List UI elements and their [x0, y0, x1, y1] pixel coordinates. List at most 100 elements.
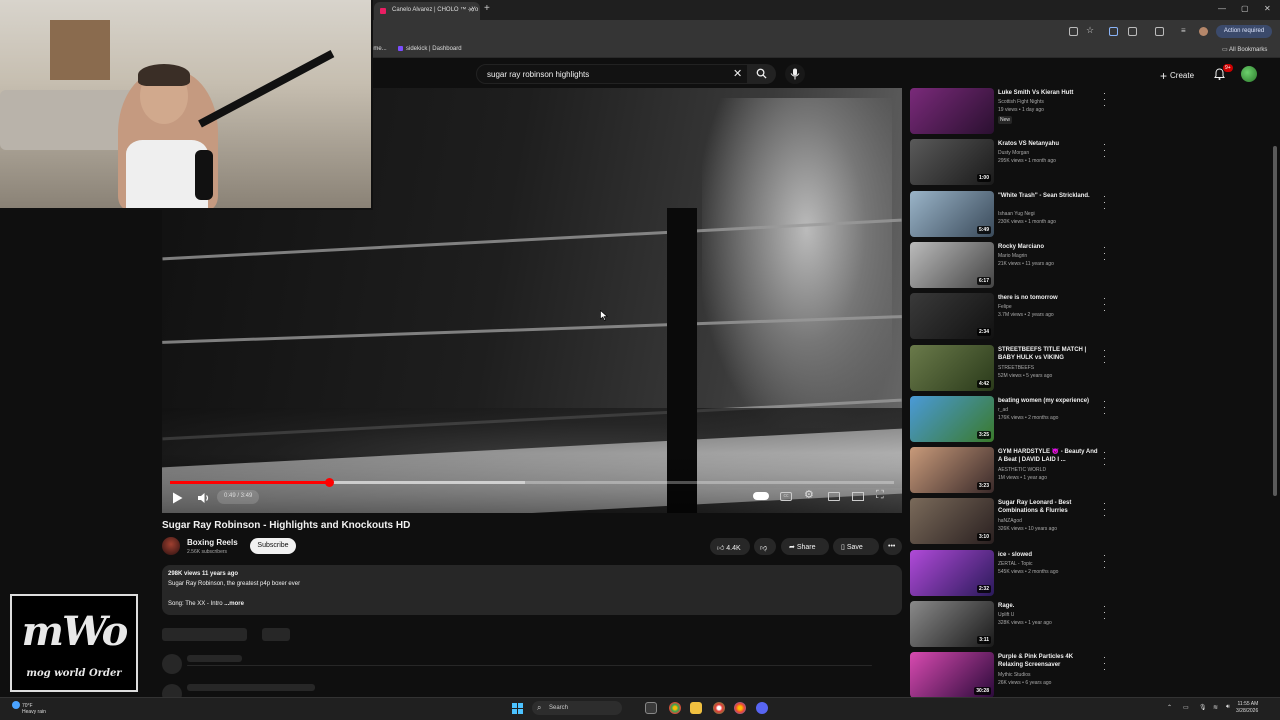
recommendation-item[interactable]: 2:32 ice - slowed ZERTAL - Topic 545K views…: [910, 550, 1110, 596]
recommendation-item[interactable]: 30:28 Purple & Pink Particles 4K Relaxing…: [910, 652, 1110, 698]
subscribe-button[interactable]: Subscribe: [250, 538, 296, 554]
recommendation-title[interactable]: STREETBEEFS TITLE MATCH | BABY HULK vs V…: [998, 346, 1098, 362]
like-button[interactable]: 👍︎ 4.4K: [710, 538, 750, 555]
recommendation-channel[interactable]: Felipe: [998, 304, 1012, 310]
taskbar-search[interactable]: ⌕ Search: [532, 701, 622, 715]
recommendation-title[interactable]: Rocky Marciano: [998, 243, 1098, 251]
recommendation-channel[interactable]: r_ad: [998, 407, 1008, 413]
miniplayer-icon[interactable]: [828, 492, 840, 501]
more-vert-icon[interactable]: · · ·: [1103, 294, 1106, 315]
maximize-icon[interactable]: ▢: [1241, 4, 1249, 13]
recommendation-item[interactable]: 3:10 Sugar Ray Leonard - Best Combination…: [910, 498, 1110, 544]
more-vert-icon[interactable]: · · ·: [1103, 551, 1106, 572]
recommendation-title[interactable]: Purple & Pink Particles 4K Relaxing Scre…: [998, 653, 1098, 669]
volume-icon[interactable]: [197, 491, 210, 509]
more-vert-icon[interactable]: · · ·: [1103, 89, 1106, 110]
recommendation-thumbnail[interactable]: 3:10: [910, 498, 994, 544]
save-button[interactable]: ▯ Save: [833, 538, 879, 555]
more-vert-icon[interactable]: · · ·: [1103, 602, 1106, 623]
settings-gear-icon[interactable]: ⚙: [804, 488, 814, 501]
recommendation-title[interactable]: beating women (my experience): [998, 397, 1098, 405]
recommendation-title[interactable]: there is no tomorrow: [998, 294, 1098, 302]
more-vert-icon[interactable]: · · ·: [1103, 653, 1106, 674]
captions-icon[interactable]: cc: [780, 492, 792, 501]
recommendation-title[interactable]: Luke Smith Vs Kieran Hutt: [998, 89, 1098, 97]
discord-icon[interactable]: [756, 702, 768, 714]
share-button[interactable]: ➦ Share: [781, 538, 829, 555]
taskbar-clock[interactable]: 11:55 AM 3/28/2026: [1236, 701, 1258, 715]
description-box[interactable]: [162, 565, 902, 615]
recommendation-channel[interactable]: ZERTAL - Topic: [998, 561, 1033, 567]
recommendation-item[interactable]: 5:49 "White Trash" - Sean Strickland. Isha…: [910, 191, 1110, 237]
recommendation-thumbnail[interactable]: [910, 88, 994, 134]
fullscreen-icon[interactable]: ⛶: [876, 489, 884, 502]
recommendation-title[interactable]: GYM HARDSTYLE 😈 - Beauty And A Beat | DA…: [998, 448, 1098, 464]
page-scrollbar[interactable]: [1273, 146, 1277, 496]
recommendation-thumbnail[interactable]: 2:32: [910, 550, 994, 596]
recommendation-item[interactable]: 1:00 Kratos VS Netanyahu Dusty Morgan 295K …: [910, 139, 1110, 185]
side-panel-icon[interactable]: [1155, 27, 1164, 36]
start-windows-icon[interactable]: [512, 703, 523, 714]
file-explorer-icon[interactable]: [690, 702, 702, 714]
play-icon[interactable]: [172, 491, 183, 509]
recommendation-item[interactable]: 6:17 Rocky Marciano Mario Magrin 21K views …: [910, 242, 1110, 288]
recommendation-title[interactable]: Sugar Ray Leonard - Best Combinations & …: [998, 499, 1098, 515]
more-vert-icon[interactable]: · · ·: [1103, 397, 1106, 418]
task-view-icon[interactable]: [645, 702, 657, 714]
recommendation-channel[interactable]: Mythic Studios: [998, 672, 1031, 678]
recommendation-item[interactable]: 3:23 GYM HARDSTYLE 😈 - Beauty And A Beat …: [910, 447, 1110, 493]
recommendation-thumbnail[interactable]: 5:49: [910, 191, 994, 237]
bookmark-sidekick[interactable]: sidekick | Dashboard: [398, 46, 462, 52]
search-button[interactable]: [748, 64, 776, 84]
recommendation-channel[interactable]: Uplift U: [998, 612, 1014, 618]
minimize-icon[interactable]: —: [1218, 4, 1226, 13]
close-window-icon[interactable]: ✕: [1264, 4, 1271, 13]
recommendation-channel[interactable]: STREETBEEFS: [998, 365, 1034, 371]
progress-bar[interactable]: [170, 478, 894, 487]
more-vert-icon[interactable]: · · ·: [1103, 140, 1106, 161]
recommendation-item[interactable]: Luke Smith Vs Kieran Hutt Scottish Fight …: [910, 88, 1110, 134]
more-vert-icon[interactable]: · · ·: [1103, 448, 1106, 469]
weather-widget[interactable]: 70°F Heavy rain: [12, 701, 46, 715]
recommendation-thumbnail[interactable]: 1:00: [910, 139, 994, 185]
profile-avatar[interactable]: [1199, 27, 1208, 36]
recommendation-channel[interactable]: Ishaan Yug Negi: [998, 211, 1035, 217]
recommendation-thumbnail[interactable]: 2:34: [910, 293, 994, 339]
recommendation-title[interactable]: "White Trash" - Sean Strickland.: [998, 192, 1098, 200]
create-button[interactable]: + Create: [1160, 66, 1204, 83]
browser-tab[interactable]: Canelo Alvarez | CHOLO ™ - Yo ✕: [374, 2, 480, 20]
tray-chevron-icon[interactable]: ⌃: [1167, 704, 1172, 711]
speaker-icon[interactable]: 🔊︎: [1226, 704, 1230, 711]
channel-name[interactable]: Boxing Reels: [187, 538, 238, 547]
autoplay-toggle[interactable]: [753, 492, 769, 500]
recommendation-title[interactable]: ice - slowed: [998, 551, 1098, 559]
recommendation-thumbnail[interactable]: 30:28: [910, 652, 994, 698]
more-vert-icon[interactable]: · · ·: [1103, 346, 1106, 367]
clear-search-icon[interactable]: ✕: [733, 67, 742, 80]
search-input[interactable]: sugar ray robinson highlights: [476, 64, 748, 84]
screen-cast-icon[interactable]: [1069, 27, 1078, 36]
recommendation-thumbnail[interactable]: 6:17: [910, 242, 994, 288]
more-vert-icon[interactable]: · · ·: [1103, 192, 1106, 213]
tray-app-icon[interactable]: ▭: [1183, 704, 1189, 711]
recommendation-channel[interactable]: Scottish Fight Nights: [998, 99, 1044, 105]
chrome-icon[interactable]: [669, 702, 681, 714]
recommendation-channel[interactable]: Mario Magrin: [998, 253, 1027, 259]
more-vert-icon[interactable]: · · ·: [1103, 499, 1106, 520]
tray-mic-icon[interactable]: 🎙︎: [1199, 704, 1207, 711]
more-link[interactable]: ...more: [224, 601, 244, 607]
more-actions-button[interactable]: •••: [883, 538, 902, 555]
recommendation-title[interactable]: Rage.: [998, 602, 1098, 610]
more-vert-icon[interactable]: · · ·: [1103, 243, 1106, 264]
chrome-profile-icon[interactable]: [713, 702, 725, 714]
recommendation-channel[interactable]: AESTHETIC WORLD: [998, 467, 1046, 473]
recommendation-channel[interactable]: Dusty Morgan: [998, 150, 1029, 156]
channel-avatar[interactable]: [162, 537, 180, 555]
recommendation-thumbnail[interactable]: 3:25: [910, 396, 994, 442]
recommendation-channel[interactable]: haNZAgod: [998, 518, 1022, 524]
recommendation-title[interactable]: Kratos VS Netanyahu: [998, 140, 1098, 148]
action-required-button[interactable]: Action required: [1216, 25, 1272, 38]
voice-search-button[interactable]: [785, 64, 805, 84]
recommendation-item[interactable]: 4:42 STREETBEEFS TITLE MATCH | BABY HULK …: [910, 345, 1110, 391]
theater-mode-icon[interactable]: [852, 492, 864, 501]
